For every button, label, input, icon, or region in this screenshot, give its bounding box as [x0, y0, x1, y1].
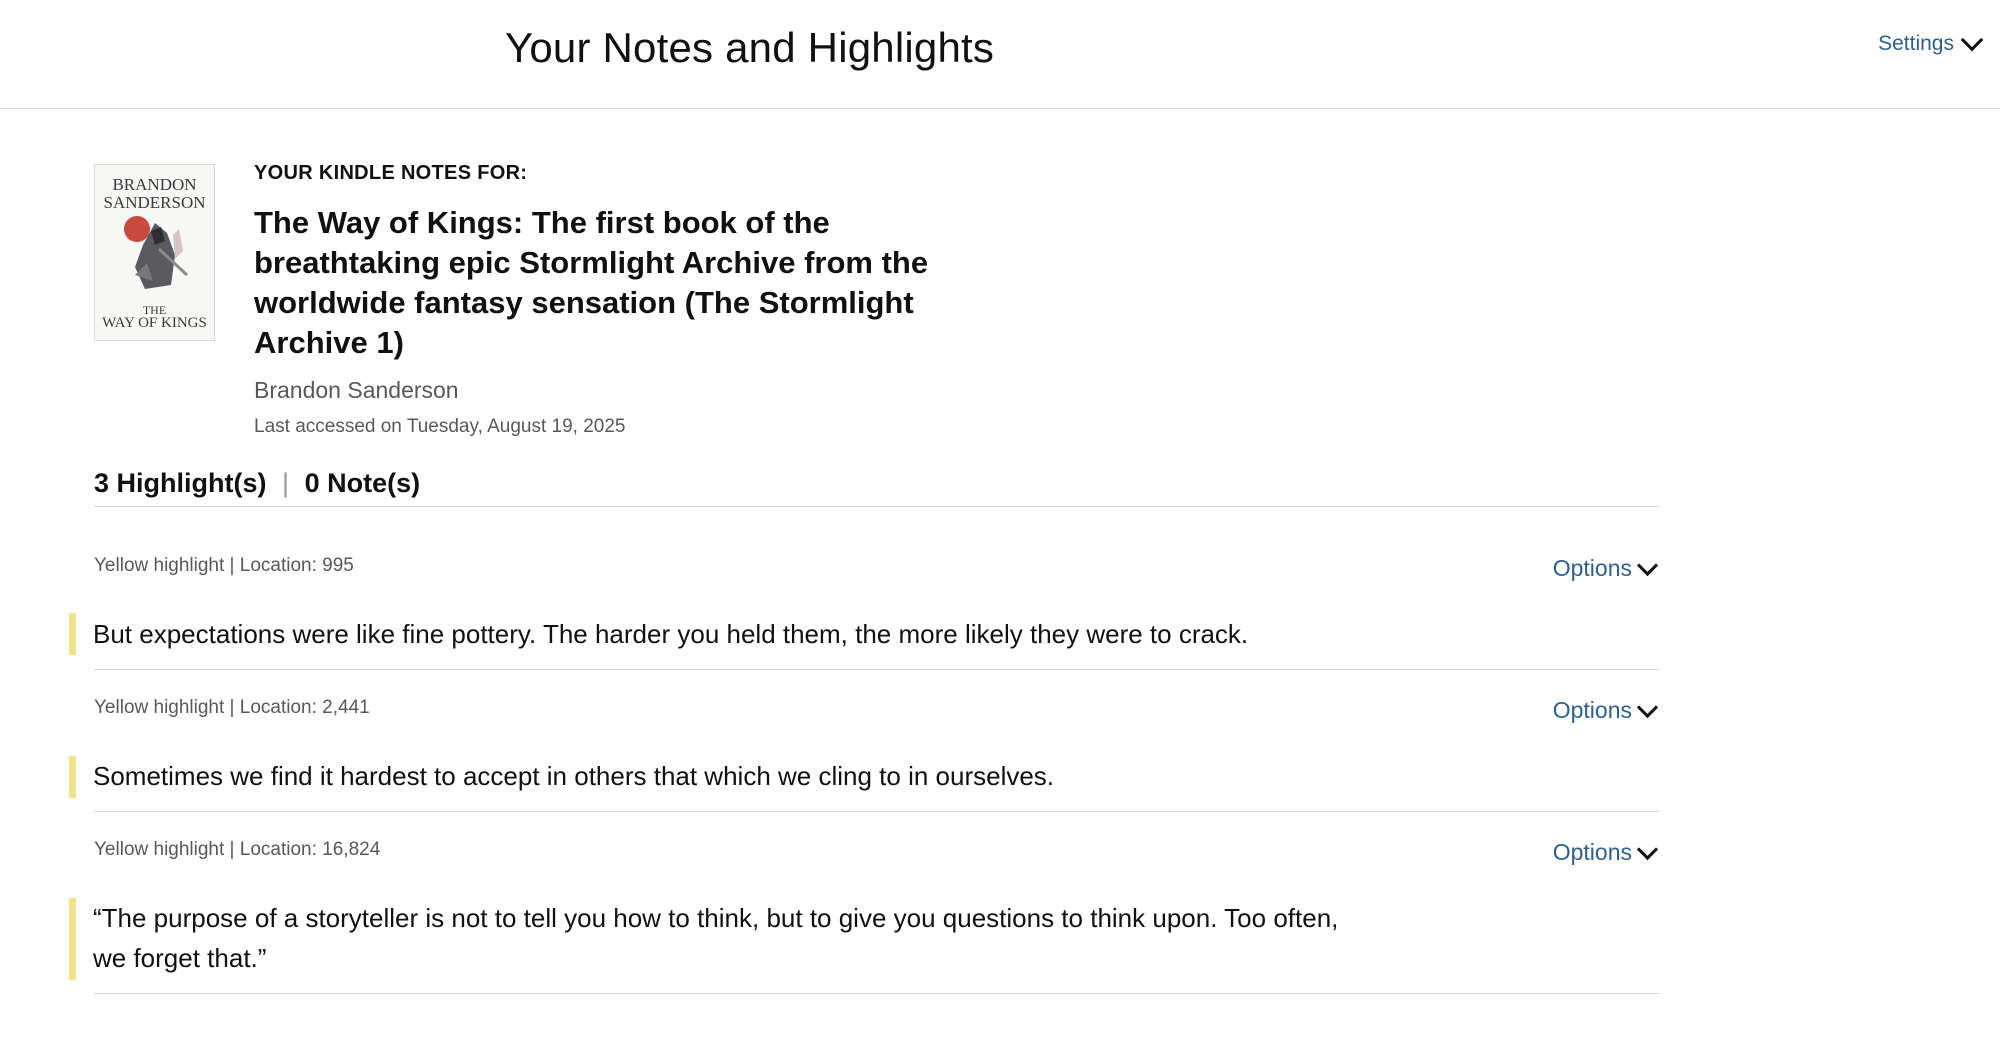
options-dropdown[interactable]: Options: [1552, 838, 1659, 866]
highlights-count: 3: [94, 468, 110, 498]
highlight-meta: Yellow highlight | Location: 2,441: [94, 697, 370, 718]
top-bar: Your Notes and Highlights Settings: [0, 0, 2000, 109]
highlights-label: Highlight(s): [116, 468, 267, 498]
chevron-down-icon: [1636, 838, 1659, 861]
page-title: Your Notes and Highlights: [505, 24, 995, 71]
cover-author-line2: SANDERSON: [103, 193, 206, 212]
highlight-color-bar: [69, 756, 76, 798]
cover-author-line1: BRANDON: [112, 175, 197, 194]
options-label: Options: [1552, 555, 1632, 581]
book-info: YOUR KINDLE NOTES FOR: The Way of Kings:…: [254, 162, 974, 438]
chevron-down-icon: [1636, 554, 1659, 577]
options-dropdown[interactable]: Options: [1552, 696, 1659, 724]
last-accessed-label: Last accessed on: [254, 416, 402, 437]
settings-dropdown[interactable]: Settings: [1878, 28, 1984, 56]
highlight-text[interactable]: “The purpose of a storyteller is not to …: [93, 898, 1343, 978]
chevron-down-icon: [1960, 28, 1984, 52]
book-cover[interactable]: BRANDON SANDERSON THE WAY OF KINGS: [94, 164, 215, 341]
notes-count: 0: [304, 468, 320, 498]
notes-label: Note(s): [327, 468, 421, 498]
book-author: Brandon Sanderson: [254, 377, 459, 403]
highlight-text[interactable]: But expectations were like fine pottery.…: [93, 614, 1343, 654]
highlight-color-bar: [69, 613, 76, 655]
last-accessed-date: Tuesday, August 19, 2025: [406, 416, 626, 437]
kindle-notes-kicker: YOUR KINDLE NOTES FOR:: [254, 162, 528, 184]
counts-separator: |: [282, 468, 290, 498]
highlight-text[interactable]: Sometimes we find it hardest to accept i…: [93, 756, 1343, 796]
options-label: Options: [1552, 839, 1632, 865]
last-accessed: Last accessed on Tuesday, August 19, 202…: [254, 416, 974, 438]
chevron-down-icon: [1636, 696, 1659, 719]
highlight-meta: Yellow highlight | Location: 16,824: [94, 839, 381, 860]
divider: [94, 811, 1660, 812]
options-dropdown[interactable]: Options: [1552, 554, 1659, 582]
annotation-counts: 3 Highlight(s) | 0 Note(s): [94, 468, 420, 499]
divider: [94, 506, 1660, 507]
settings-label: Settings: [1878, 32, 1954, 55]
divider: [94, 669, 1660, 670]
highlight-color-bar: [69, 898, 76, 980]
book-title: The Way of Kings: The first book of the …: [254, 205, 929, 360]
cover-illustration: [124, 216, 189, 289]
options-label: Options: [1552, 697, 1632, 723]
cover-title-line2: WAY OF KINGS: [102, 315, 207, 331]
highlight-meta: Yellow highlight | Location: 995: [94, 555, 354, 576]
divider: [94, 993, 1660, 994]
